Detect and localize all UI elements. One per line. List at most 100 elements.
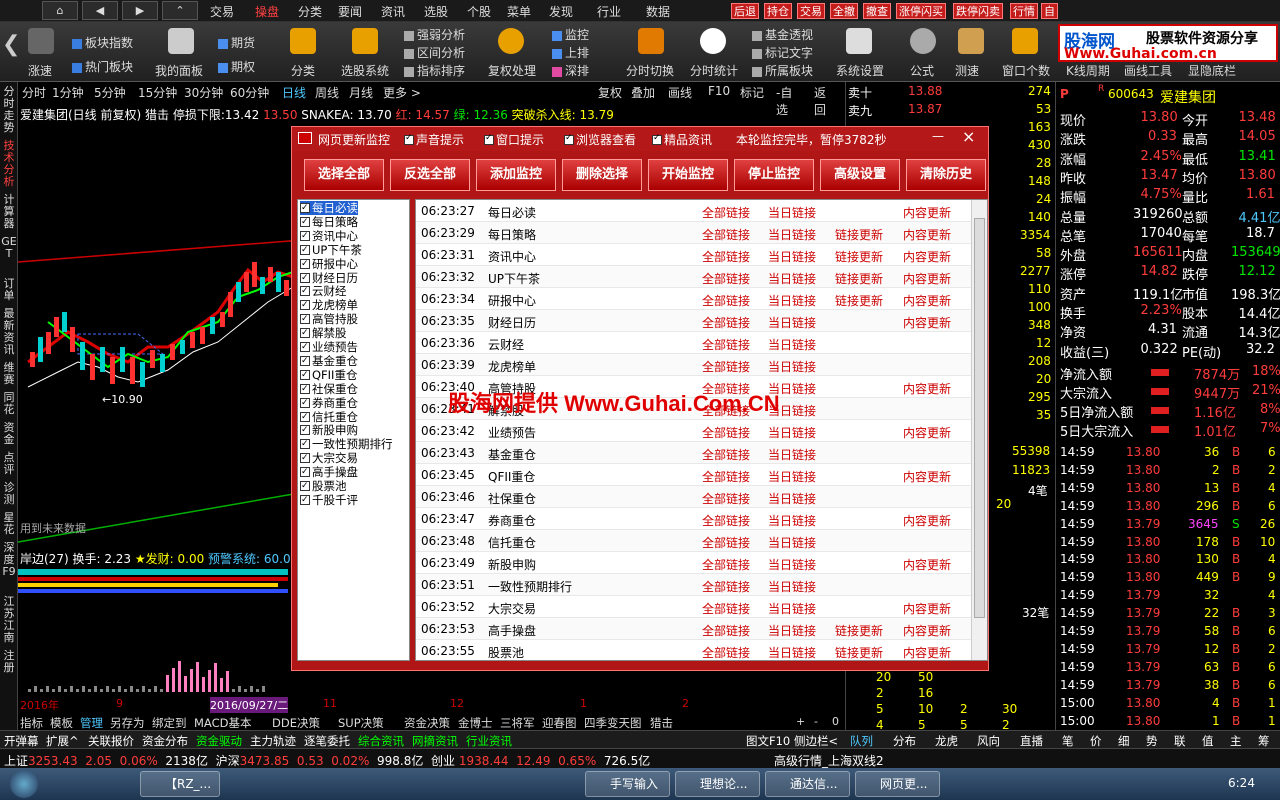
source-checkbox-15[interactable]	[300, 410, 310, 424]
toolbar-sector[interactable]: 所属板块	[752, 62, 813, 79]
all-links[interactable]: 全部链接	[702, 270, 750, 287]
chart-tool-0[interactable]: 复权	[598, 84, 622, 101]
task-0[interactable]: 【RZ_...	[140, 771, 220, 797]
leftnav-tab-1[interactable]: 技术分析	[1, 140, 17, 188]
all-links[interactable]: 全部链接	[702, 292, 750, 309]
bottom-right-5[interactable]: 笔	[1062, 733, 1074, 749]
premium-checkbox[interactable]	[652, 133, 662, 145]
bottom-right-9[interactable]: 联	[1174, 733, 1186, 749]
home-button[interactable]: ⌂	[42, 1, 78, 20]
content-update[interactable]: 内容更新	[903, 512, 951, 529]
source-item-1[interactable]: 每日策略	[300, 215, 358, 229]
toolbar-intraday-switch[interactable]: 分时切换	[626, 62, 674, 79]
bottom-left-2[interactable]: 关联报价	[88, 733, 134, 749]
link-update[interactable]: 链接更新	[835, 622, 883, 639]
log-row-13[interactable]: 06:23:46 社保重仓 全部链接 当日链接	[416, 486, 971, 508]
toolbar-category[interactable]: 分类	[291, 62, 315, 79]
content-update[interactable]: 内容更新	[903, 556, 951, 573]
leftnav-tab-8[interactable]: 资金	[1, 422, 17, 446]
chart-tool-2[interactable]: 画线	[668, 84, 692, 101]
source-item-4[interactable]: 研报中心	[300, 257, 358, 271]
source-item-7[interactable]: 龙虎榜单	[300, 298, 358, 312]
source-item-3[interactable]: UP下午茶	[300, 243, 362, 257]
minimize-button[interactable]: —	[932, 129, 944, 143]
toolbar-speedtest[interactable]: 测速	[955, 62, 979, 79]
toolbar-sz-rank[interactable]: 深排	[552, 62, 589, 79]
bottom-right-4[interactable]: 直播	[1020, 733, 1043, 749]
content-update[interactable]: 内容更新	[903, 468, 951, 485]
source-checkbox-9[interactable]	[300, 326, 310, 340]
window-checkbox[interactable]	[484, 133, 494, 145]
period-2[interactable]: 5分钟	[94, 84, 126, 101]
source-item-18[interactable]: 大宗交易	[300, 451, 358, 465]
all-links[interactable]: 全部链接	[702, 468, 750, 485]
leftnav-tab-5[interactable]: 最新资讯	[1, 308, 17, 356]
all-links[interactable]: 全部链接	[702, 358, 750, 375]
dialog-button-4[interactable]: 开始监控	[648, 159, 728, 191]
chart-tab-tool-0[interactable]: +	[796, 715, 805, 728]
content-update[interactable]: 内容更新	[903, 380, 951, 397]
log-row-17[interactable]: 06:23:51 一致性预期排行 全部链接 当日链接	[416, 574, 971, 596]
bottom-left-8[interactable]: 网摘资讯	[412, 733, 458, 749]
all-links[interactable]: 全部链接	[702, 446, 750, 463]
bottom-left-0[interactable]: 开弹幕	[4, 733, 39, 749]
content-update[interactable]: 内容更新	[903, 600, 951, 617]
source-checkbox-10[interactable]	[300, 340, 310, 354]
red-button-6[interactable]: 跌停闪卖	[953, 3, 1003, 19]
task-1[interactable]: 手写输入	[585, 771, 670, 797]
content-update[interactable]: 内容更新	[903, 424, 951, 441]
toolbar-board-index[interactable]: 板块指数	[72, 34, 133, 51]
log-row-1[interactable]: 06:23:29 每日策略 全部链接 当日链接 链接更新 内容更新	[416, 222, 971, 244]
leftnav-tab-12[interactable]: 深度F9	[1, 542, 17, 578]
source-checkbox-5[interactable]	[300, 271, 310, 285]
source-item-20[interactable]: 股票池	[300, 479, 347, 493]
bottom-right-2[interactable]: 龙虎	[935, 733, 958, 749]
task-2[interactable]: 理想论...	[675, 771, 760, 797]
leftnav-tab-2[interactable]: 计算器	[1, 194, 17, 230]
period-8[interactable]: 月线	[349, 84, 373, 101]
source-item-17[interactable]: 一致性预期排行	[300, 437, 393, 451]
sound-checkbox[interactable]	[404, 133, 414, 145]
menu-7[interactable]: 菜单	[507, 3, 531, 20]
premium-check[interactable]: 精品资讯	[652, 131, 712, 148]
bottom-left-1[interactable]: 扩展^	[46, 733, 79, 749]
bottom-right-12[interactable]: 筹	[1258, 733, 1270, 749]
toolbar-settings[interactable]: 系统设置	[836, 62, 884, 79]
source-item-12[interactable]: QFII重仓	[300, 368, 357, 382]
toolbar-window-count[interactable]: 窗口个数	[1002, 62, 1050, 79]
source-checkbox-0[interactable]	[300, 201, 310, 215]
chart-tab-6[interactable]: DDE决策	[272, 715, 320, 731]
bottom-left-6[interactable]: 逐笔委托	[304, 733, 350, 749]
today-links[interactable]: 当日链接	[768, 534, 816, 551]
menu-1[interactable]: 操盘	[255, 3, 279, 20]
content-update[interactable]: 内容更新	[903, 226, 951, 243]
bottom-right-6[interactable]: 价	[1090, 733, 1102, 749]
all-links[interactable]: 全部链接	[702, 534, 750, 551]
toolbar-intraday-stats[interactable]: 分时统计	[690, 62, 738, 79]
log-row-19[interactable]: 06:23:53 高手操盘 全部链接 当日链接 链接更新 内容更新	[416, 618, 971, 640]
today-links[interactable]: 当日链接	[768, 204, 816, 221]
dialog-button-0[interactable]: 选择全部	[304, 159, 384, 191]
source-checkbox-4[interactable]	[300, 257, 310, 271]
chart-tool-4[interactable]: 标记	[740, 84, 764, 101]
toolbar-scroll-left-icon[interactable]: ❮	[2, 32, 20, 57]
sound-check[interactable]: 声音提示	[404, 131, 464, 148]
toolbar-interval[interactable]: 区间分析	[404, 44, 465, 61]
log-row-0[interactable]: 06:23:27 每日必读 全部链接 当日链接 内容更新	[416, 200, 971, 222]
red-button-5[interactable]: 涨停闪买	[896, 3, 946, 19]
bottom-left-4[interactable]: 资金驱动	[196, 733, 242, 749]
scrollbar-thumb[interactable]	[974, 218, 985, 618]
log-row-6[interactable]: 06:23:36 云财经 全部链接 当日链接	[416, 332, 971, 354]
dialog-button-7[interactable]: 清除历史	[906, 159, 986, 191]
red-button-4[interactable]: 撤查	[863, 3, 891, 19]
chart-tool-3[interactable]: F10	[708, 84, 730, 98]
content-update[interactable]: 内容更新	[903, 622, 951, 639]
source-item-0[interactable]: 每日必读	[300, 201, 358, 215]
chart-tool-1[interactable]: 叠加	[631, 84, 655, 101]
today-links[interactable]: 当日链接	[768, 644, 816, 660]
browser-check[interactable]: 浏览器查看	[564, 131, 636, 148]
menu-3[interactable]: 要闻	[338, 3, 362, 20]
toolbar-mark-text[interactable]: 标记文字	[752, 44, 813, 61]
source-checkbox-21[interactable]	[300, 493, 310, 507]
source-checkbox-17[interactable]	[300, 437, 310, 451]
